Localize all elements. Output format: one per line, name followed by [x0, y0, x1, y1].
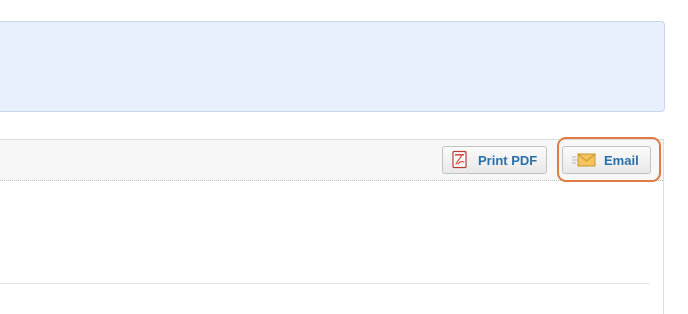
content-panel: Print PDF Email [0, 139, 664, 314]
print-pdf-label: Print PDF [478, 152, 538, 168]
email-label: Email [604, 152, 639, 168]
print-pdf-button[interactable]: Print PDF [442, 146, 547, 174]
content-divider [0, 283, 650, 284]
email-icon [571, 151, 597, 169]
email-button[interactable]: Email [562, 146, 651, 174]
info-panel [0, 21, 665, 112]
pdf-icon [451, 150, 471, 170]
action-toolbar: Print PDF Email [0, 140, 663, 181]
